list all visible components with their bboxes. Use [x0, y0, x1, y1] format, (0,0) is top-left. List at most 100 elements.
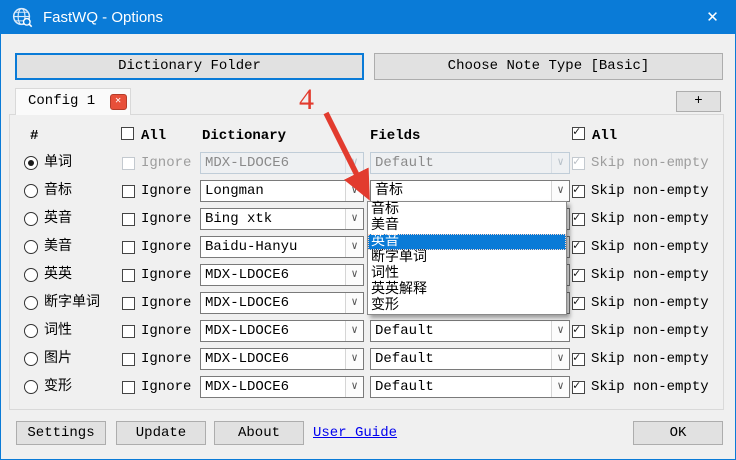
ignore-checkbox[interactable] [122, 353, 135, 366]
app-globe-icon [11, 6, 34, 29]
chevron-down-icon: ∨ [345, 349, 363, 369]
skip-checkbox[interactable]: ✓ [572, 381, 585, 394]
row-label: 音标 [44, 177, 72, 205]
all-ignore-checkbox[interactable] [121, 127, 134, 140]
update-button[interactable]: Update [116, 421, 206, 445]
table-row: 图片 Ignore MDX-LDOCE6∨ Default∨ ✓ Skip no… [10, 345, 725, 373]
tab-config-1[interactable]: Config 1 ✕ [15, 88, 131, 115]
skip-checkbox[interactable]: ✓ [572, 297, 585, 310]
word-type-radio[interactable] [24, 212, 38, 226]
ignore-checkbox[interactable] [122, 241, 135, 254]
header-index: # [30, 128, 38, 144]
header-all-left: All [141, 128, 166, 144]
dropdown-option[interactable]: 断字单词 [368, 250, 566, 266]
check-icon: ✓ [573, 268, 584, 281]
skip-checkbox[interactable]: ✓ [572, 269, 585, 282]
word-type-radio[interactable] [24, 380, 38, 394]
check-icon: ✓ [573, 324, 584, 337]
ignore-label: Ignore [141, 317, 191, 345]
check-icon: ✓ [573, 184, 584, 197]
dictionary-combobox[interactable]: Baidu-Hanyu∨ [200, 236, 364, 258]
ignore-label: Ignore [141, 261, 191, 289]
chevron-down-icon: ∨ [345, 293, 363, 313]
skip-checkbox[interactable]: ✓ [572, 241, 585, 254]
tab-close-icon[interactable]: ✕ [110, 94, 127, 110]
ignore-label: Ignore [141, 233, 191, 261]
chevron-down-icon: ∨ [551, 377, 569, 397]
skip-label: Skip non-empty [591, 317, 709, 345]
chevron-down-icon: ∨ [551, 181, 569, 201]
chevron-down-icon: ∨ [345, 237, 363, 257]
user-guide-link[interactable]: User Guide [313, 421, 397, 445]
fields-combobox[interactable]: Default∨ [370, 320, 570, 342]
dropdown-option[interactable]: 美音 [368, 218, 566, 234]
check-icon: ✓ [573, 156, 584, 169]
chevron-down-icon: ∨ [345, 321, 363, 341]
dictionary-combobox[interactable]: MDX-LDOCE6∨ [200, 264, 364, 286]
add-tab-button[interactable]: + [676, 91, 721, 112]
dictionary-combobox[interactable]: Bing xtk∨ [200, 208, 364, 230]
skip-checkbox: ✓ [572, 157, 585, 170]
choose-note-type-button[interactable]: Choose Note Type [Basic] [374, 53, 723, 80]
ignore-checkbox[interactable] [122, 381, 135, 394]
fields-combobox[interactable]: Default∨ [370, 376, 570, 398]
skip-checkbox[interactable]: ✓ [572, 353, 585, 366]
ignore-label: Ignore [141, 149, 191, 177]
dictionary-combobox[interactable]: Longman∨ [200, 180, 364, 202]
chevron-down-icon: ∨ [345, 377, 363, 397]
dictionary-combobox[interactable]: MDX-LDOCE6∨ [200, 292, 364, 314]
dropdown-option-highlighted[interactable]: 英音 [368, 234, 566, 250]
ignore-checkbox[interactable] [122, 213, 135, 226]
skip-checkbox[interactable]: ✓ [572, 185, 585, 198]
word-type-radio[interactable] [24, 296, 38, 310]
row-label: 美音 [44, 233, 72, 261]
ok-button[interactable]: OK [633, 421, 723, 445]
fields-combobox[interactable]: Default∨ [370, 348, 570, 370]
dropdown-option[interactable]: 变形 [368, 298, 566, 314]
dictionary-combobox[interactable]: MDX-LDOCE6∨ [200, 320, 364, 342]
skip-checkbox[interactable]: ✓ [572, 325, 585, 338]
annotation-step-number: 4 [299, 83, 314, 117]
settings-button[interactable]: Settings [16, 421, 106, 445]
row-label: 变形 [44, 373, 72, 401]
ignore-label: Ignore [141, 177, 191, 205]
dropdown-option[interactable]: 音标 [368, 202, 566, 218]
check-icon: ✓ [573, 126, 584, 139]
word-type-radio[interactable] [24, 156, 38, 170]
ignore-checkbox[interactable] [122, 185, 135, 198]
chevron-down-icon: ∨ [551, 321, 569, 341]
word-type-radio[interactable] [24, 352, 38, 366]
word-type-radio[interactable] [24, 268, 38, 282]
fields-combobox-open[interactable]: 音标∨ [370, 180, 570, 202]
word-type-radio[interactable] [24, 240, 38, 254]
ignore-checkbox[interactable] [122, 297, 135, 310]
ignore-checkbox[interactable] [122, 325, 135, 338]
word-type-radio[interactable] [24, 324, 38, 338]
skip-label: Skip non-empty [591, 233, 709, 261]
check-icon: ✓ [573, 240, 584, 253]
dictionary-combobox[interactable]: MDX-LDOCE6∨ [200, 348, 364, 370]
dictionary-combobox[interactable]: MDX-LDOCE6∨ [200, 376, 364, 398]
skip-label: Skip non-empty [591, 149, 709, 177]
close-icon: ✕ [706, 9, 719, 26]
chevron-down-icon: ∨ [345, 209, 363, 229]
word-type-radio[interactable] [24, 184, 38, 198]
skip-checkbox[interactable]: ✓ [572, 213, 585, 226]
row-label: 英音 [44, 205, 72, 233]
dropdown-option[interactable]: 词性 [368, 266, 566, 282]
dropdown-option[interactable]: 英英解释 [368, 282, 566, 298]
row-label: 单词 [44, 149, 72, 177]
ignore-label: Ignore [141, 345, 191, 373]
dictionary-folder-button[interactable]: Dictionary Folder [15, 53, 364, 80]
close-button[interactable]: ✕ [690, 1, 735, 34]
ignore-checkbox[interactable] [122, 269, 135, 282]
about-button[interactable]: About [214, 421, 304, 445]
row-label: 英英 [44, 261, 72, 289]
table-row: 变形 Ignore MDX-LDOCE6∨ Default∨ ✓ Skip no… [10, 373, 725, 401]
fields-dropdown-list: 音标 美音 英音 断字单词 词性 英英解释 变形 [367, 201, 567, 315]
ignore-label: Ignore [141, 205, 191, 233]
window-title: FastWQ - Options [43, 1, 163, 34]
check-icon: ✓ [573, 352, 584, 365]
chevron-down-icon: ∨ [345, 153, 363, 173]
all-skip-checkbox[interactable]: ✓ [572, 127, 585, 140]
